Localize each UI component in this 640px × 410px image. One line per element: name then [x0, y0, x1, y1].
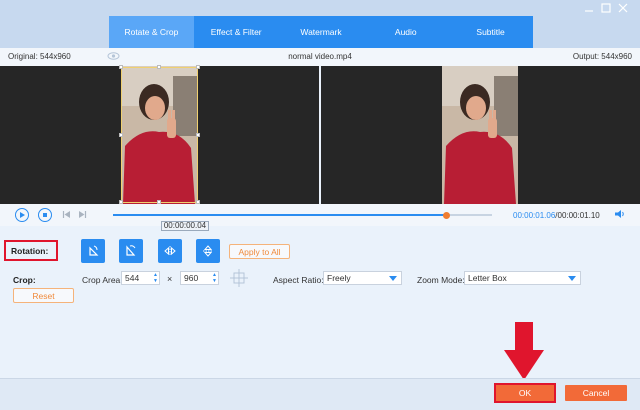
minimize-icon[interactable] [583, 2, 595, 14]
rotate-right-icon [126, 245, 136, 256]
reset-button[interactable]: Reset [13, 288, 74, 303]
apply-to-all-button[interactable]: Apply to All [229, 244, 290, 259]
output-size: Output: 544x960 [572, 52, 632, 61]
crop-width-spinner[interactable]: ▲ ▼ [153, 272, 158, 284]
timeline-slider[interactable] [113, 211, 492, 219]
crop-width-value: 544 [125, 273, 140, 283]
flip-horizontal-icon [164, 246, 176, 256]
flip-vertical-icon [203, 245, 213, 257]
crop-frame[interactable] [121, 67, 198, 203]
crop-handle-left[interactable] [119, 133, 123, 137]
stop-icon[interactable] [38, 208, 52, 222]
crop-handle-top[interactable] [157, 65, 161, 69]
crop-width-input[interactable]: 544 ▲ ▼ [121, 271, 160, 285]
output-frame-image [442, 66, 518, 204]
multiply-sign: × [167, 274, 173, 284]
output-preview [321, 66, 640, 204]
aspect-ratio-label: Aspect Ratio: [273, 275, 324, 285]
red-arrow-icon [504, 322, 544, 382]
timeline-progress [113, 214, 447, 216]
close-icon[interactable] [617, 2, 629, 14]
crop-handle-top-right[interactable] [196, 65, 200, 69]
tab-effect-filter[interactable]: Effect & Filter [194, 16, 279, 48]
current-time: 00:00:01.06 [513, 211, 556, 220]
volume-icon[interactable] [614, 209, 626, 222]
ok-button[interactable]: OK [494, 383, 556, 403]
aspect-ratio-value: Freely [327, 273, 351, 283]
rotation-label: Rotation: [11, 246, 49, 256]
source-preview[interactable] [0, 65, 319, 204]
file-name: normal video.mp4 [288, 52, 352, 61]
crop-label: Crop: [13, 275, 36, 285]
tab-watermark[interactable]: Watermark [279, 16, 364, 48]
crop-height-input[interactable]: 960 ▲ ▼ [180, 271, 219, 285]
zoom-mode-select[interactable]: Letter Box [464, 271, 581, 285]
timeline-handle[interactable] [443, 211, 451, 219]
zoom-mode-label: Zoom Mode: [417, 275, 465, 285]
rotate-left-button[interactable] [81, 239, 105, 263]
play-icon[interactable] [15, 208, 29, 222]
chevron-down-icon [389, 276, 397, 281]
aspect-ratio-select[interactable]: Freely [323, 271, 402, 285]
tab-rotate-crop[interactable]: Rotate & Crop [109, 16, 194, 48]
flip-horizontal-button[interactable] [158, 239, 182, 263]
tab-subtitle[interactable]: Subtitle [448, 16, 533, 48]
flip-vertical-button[interactable] [196, 239, 220, 263]
crop-area-label: Crop Area: [82, 275, 123, 285]
crop-height-spinner[interactable]: ▲ ▼ [212, 272, 217, 284]
next-frame-icon[interactable] [78, 210, 87, 221]
center-crop-icon[interactable] [230, 269, 248, 287]
time-display: 00:00:01.06/00:00:01.10 [513, 211, 600, 220]
crop-height-value: 960 [184, 273, 199, 283]
zoom-mode-value: Letter Box [468, 273, 507, 283]
timecode-tooltip: 00:00:00.04 [161, 221, 209, 231]
maximize-icon[interactable] [600, 2, 612, 14]
previous-frame-icon[interactable] [62, 210, 71, 221]
rotate-left-icon [89, 245, 99, 256]
tab-bar: Rotate & Crop Effect & Filter Watermark … [109, 16, 533, 48]
total-time: /00:00:01.10 [555, 211, 600, 220]
info-bar: Original: 544x960 normal video.mp4 Outpu… [0, 48, 640, 66]
cancel-button[interactable]: Cancel [565, 385, 627, 401]
playback-controls: 00:00:01.06/00:00:01.10 [0, 204, 640, 226]
crop-handle-top-left[interactable] [119, 65, 123, 69]
tab-audio[interactable]: Audio [363, 16, 448, 48]
chevron-down-icon [568, 276, 576, 281]
crop-handle-right[interactable] [196, 133, 200, 137]
rotate-right-button[interactable] [119, 239, 143, 263]
title-bar: Rotate & Crop Effect & Filter Watermark … [0, 0, 640, 48]
